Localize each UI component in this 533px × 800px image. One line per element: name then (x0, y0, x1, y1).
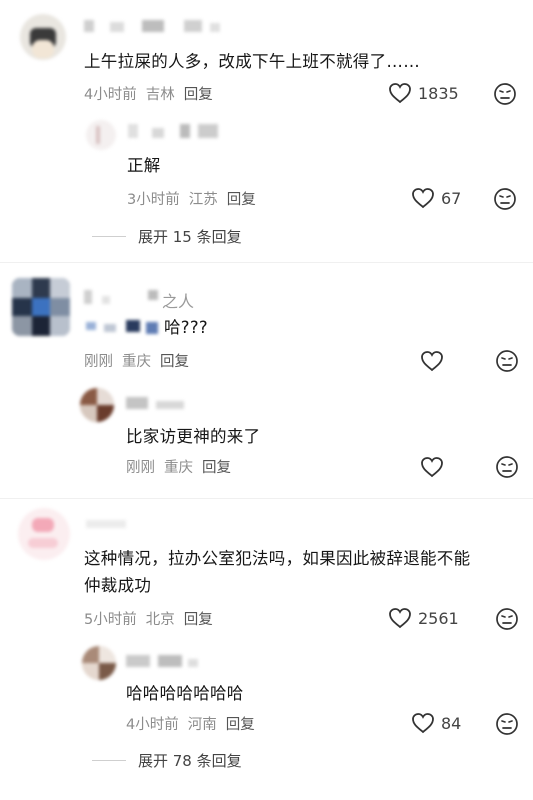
comment-location: 重庆 (164, 460, 193, 476)
expand-replies-button[interactable]: 展开 78 条回复 (92, 750, 242, 771)
expand-label: 展开 15 条回复 (138, 228, 242, 246)
like-count: 67 (441, 188, 462, 208)
avatar[interactable] (20, 14, 66, 60)
avatar[interactable] (86, 120, 116, 150)
username-redacted[interactable] (126, 655, 206, 669)
meh-face-icon[interactable] (495, 607, 519, 631)
expand-line (92, 760, 126, 761)
avatar[interactable] (18, 508, 70, 560)
expand-line (92, 236, 126, 237)
divider (0, 498, 533, 499)
comment-meta: 刚刚 重庆 回复 (126, 456, 240, 477)
username-redacted[interactable] (84, 20, 234, 34)
username-redacted[interactable] (128, 124, 223, 138)
divider (0, 262, 533, 263)
comment-location: 吉林 (145, 87, 175, 103)
meh-face-icon[interactable] (495, 712, 519, 736)
heart-outline-icon[interactable] (420, 456, 444, 478)
comment-time: 刚刚 (126, 460, 155, 476)
meh-face-icon[interactable] (495, 349, 519, 373)
text-redacted (86, 318, 166, 334)
comment-location: 重庆 (122, 354, 151, 370)
heart-outline-icon (412, 713, 434, 734)
username-suffix[interactable]: 之人 (162, 288, 194, 312)
comment-time: 刚刚 (84, 354, 113, 370)
heart-outline-icon (389, 608, 411, 629)
expand-label: 展开 78 条回复 (138, 752, 242, 770)
heart-outline-icon (412, 188, 434, 209)
meh-face-icon[interactable] (495, 455, 519, 479)
comment-time: 5小时前 (84, 612, 137, 628)
avatar[interactable] (80, 388, 114, 422)
heart-outline-icon (389, 83, 411, 104)
comment-location: 北京 (145, 612, 175, 628)
reply-button[interactable]: 回复 (226, 717, 255, 733)
comment-text: 这种情况，拉办公室犯法吗，如果因此被辞退能不能 仲裁成功 (84, 545, 470, 599)
comment-text: 哈哈哈哈哈哈哈 (126, 684, 244, 703)
reply-button[interactable]: 回复 (227, 192, 256, 208)
like-button[interactable]: 2561 (388, 607, 459, 629)
reply-button[interactable]: 回复 (202, 460, 231, 476)
like-count: 1835 (418, 83, 459, 103)
comment-location: 河南 (187, 717, 217, 733)
comment-text-line: 这种情况，拉办公室犯法吗，如果因此被辞退能不能 (84, 549, 471, 568)
comment-text: 正解 (127, 156, 161, 175)
meh-face-icon[interactable] (493, 187, 517, 211)
reply-button[interactable]: 回复 (184, 612, 213, 628)
comment-time: 3小时前 (127, 192, 180, 208)
like-count: 2561 (418, 608, 459, 628)
meh-face-icon[interactable] (493, 82, 517, 106)
comment-time: 4小时前 (126, 717, 179, 733)
username-redacted[interactable] (86, 518, 146, 532)
like-button[interactable]: 67 (411, 187, 461, 209)
like-count: 84 (441, 713, 462, 733)
comment-meta: 5小时前 北京 回复 (84, 608, 222, 629)
comment-meta: 4小时前 吉林 回复 (84, 83, 222, 104)
comment-text: 哈??? (164, 318, 208, 337)
comment-text: 比家访更神的来了 (126, 427, 261, 446)
comment-text-line: 仲裁成功 (84, 576, 152, 595)
heart-outline-icon[interactable] (420, 350, 444, 372)
reply-button[interactable]: 回复 (184, 87, 213, 103)
avatar[interactable] (82, 646, 116, 680)
comment-meta: 4小时前 河南 回复 (126, 713, 264, 734)
comment-location: 江苏 (188, 192, 218, 208)
comment-meta: 3小时前 江苏 回复 (127, 188, 265, 209)
expand-replies-button[interactable]: 展开 15 条回复 (92, 226, 242, 247)
comment-text: 上午拉屎的人多，改成下午上班不就得了…… (84, 52, 420, 71)
reply-button[interactable]: 回复 (160, 354, 189, 370)
username-redacted[interactable] (84, 290, 164, 304)
avatar[interactable] (12, 278, 70, 336)
like-button[interactable]: 1835 (388, 82, 459, 104)
comment-meta: 刚刚 重庆 回复 (84, 350, 198, 371)
username-redacted[interactable] (126, 397, 186, 411)
comment-time: 4小时前 (84, 87, 137, 103)
like-button[interactable]: 84 (411, 712, 461, 734)
